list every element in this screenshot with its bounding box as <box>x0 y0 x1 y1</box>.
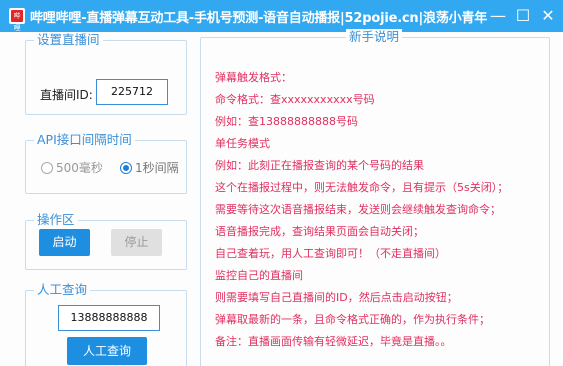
app-icon-glyph: 哔哩 <box>11 10 23 32</box>
help-line: 自己查着玩，用人工查询即可！（不走直播间） <box>215 247 446 260</box>
stop-button[interactable]: 停止 <box>111 229 162 256</box>
help-legend: 新手说明 <box>346 29 403 45</box>
help-line: 单任务模式 <box>215 137 270 150</box>
help-line: 弹幕取最新的一条，且命令格式正确的，作为执行条件； <box>215 313 490 326</box>
manual-query-legend: 人工查询 <box>34 282 91 298</box>
room-id-input[interactable]: 225712 <box>96 79 168 105</box>
set-room-legend: 设置直播间 <box>34 32 103 48</box>
minimize-button[interactable]: — <box>486 4 510 28</box>
radio-500ms-circle[interactable] <box>41 162 53 174</box>
help-line: 弹幕触发格式： <box>215 71 292 84</box>
room-id-label: 直播间ID: <box>40 88 93 102</box>
help-line: 监控自己的直播间 <box>215 269 303 282</box>
bilibili-app-icon: 哔哩 <box>9 8 25 32</box>
help-line: 这个在播报过程中，则无法触发命令，且有提示（5s关闭）； <box>215 181 509 194</box>
phone-number-input[interactable]: 13888888888 <box>58 305 160 331</box>
help-line: 语音播报完成，查询结果页面会自动关闭； <box>215 225 424 238</box>
help-line: 例如：此刻正在播报查询的某个号码的结果 <box>215 159 424 172</box>
close-button[interactable]: ✕ <box>536 4 560 28</box>
radio-1s-label[interactable]: 1秒间隔 <box>135 160 179 176</box>
help-line: 命令格式：查xxxxxxxxxxx号码 <box>215 93 375 106</box>
help-line: 备注：直播画面传输有轻微延迟，毕竟是直播。。 <box>215 335 452 348</box>
radio-500ms[interactable]: 500毫秒 <box>41 160 111 176</box>
radio-1s[interactable]: 1秒间隔 <box>120 160 190 176</box>
radio-500ms-label[interactable]: 500毫秒 <box>56 160 103 176</box>
api-interval-legend: API接口间隔时间 <box>34 132 135 148</box>
manual-query-button[interactable]: 人工查询 <box>67 337 147 365</box>
help-line: 则需要填写自己直播间的ID，然后点击启动按钮； <box>215 291 458 304</box>
operations-legend: 操作区 <box>34 212 78 228</box>
help-line: 需要等待这次语音播报结束，发送则会继续触发查询命令； <box>215 203 501 216</box>
maximize-button[interactable]: ☐ <box>511 4 535 28</box>
window-title: 哔哩哔哩-直播弹幕互动工具-手机号预测-语音自动播报|52pojie.cn|浪荡… <box>30 11 488 26</box>
radio-1s-circle[interactable] <box>120 162 132 174</box>
start-button[interactable]: 启动 <box>39 229 90 256</box>
help-line: 例如：查13888888888号码 <box>215 115 358 128</box>
title-bar: 哔哩 哔哩哔哩-直播弹幕互动工具-手机号预测-语音自动播报|52pojie.cn… <box>0 0 563 32</box>
